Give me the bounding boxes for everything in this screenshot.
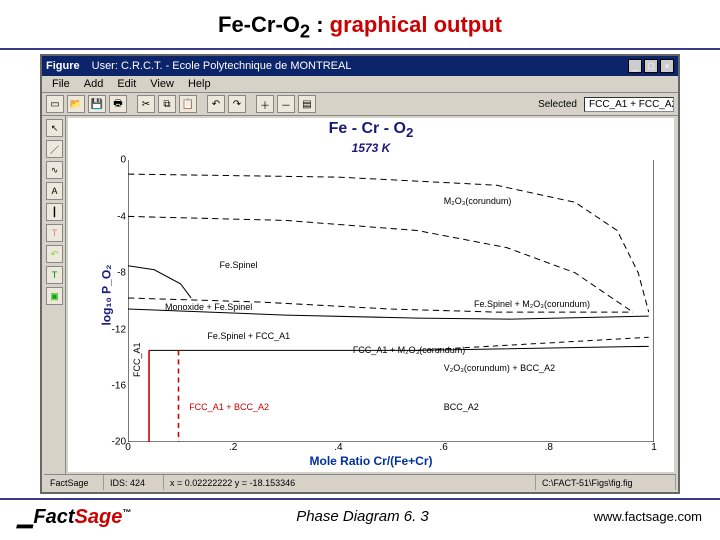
side-toolbar: ↖ ／ ∿ A ┃ T ↶ T ▣: [44, 116, 66, 474]
slide-footer: ▁FactSage™ Phase Diagram 6. 3 www.factsa…: [0, 498, 720, 540]
divider: [0, 48, 720, 50]
paste-icon[interactable]: 📋: [179, 95, 197, 113]
maximize-button[interactable]: □: [644, 59, 658, 73]
label-fespinel: Fe.Spinel: [220, 260, 258, 270]
label-bcc-a2: BCC_A2: [444, 402, 479, 412]
factsage-logo: ▁FactSage™: [18, 504, 131, 529]
label-corundum: M₂O₃(corundum): [444, 196, 512, 206]
status-ids: IDS: 424: [104, 475, 164, 490]
zoom-in-icon[interactable]: ＋: [256, 95, 274, 113]
cut-icon[interactable]: ✂: [137, 95, 155, 113]
label-fespinel-fcc: Fe.Spinel + FCC_A1: [207, 331, 290, 341]
y-ticks: 0 -4 -8 -12 -16 -20: [104, 160, 126, 442]
x-ticks: 0 .2 .4 .6 .8 1: [128, 442, 654, 454]
app-name: Figure: [46, 60, 80, 72]
menu-view[interactable]: View: [150, 78, 174, 90]
redo-icon[interactable]: ↷: [228, 95, 246, 113]
status-coords: x = 0.02222222 y = -18.153346: [164, 475, 536, 490]
footer-url: www.factsage.com: [594, 509, 702, 524]
pointer-tool-icon[interactable]: ↖: [46, 119, 63, 137]
label-monox-fespinel: Monoxide + Fe.Spinel: [165, 302, 252, 312]
menu-file[interactable]: File: [52, 78, 70, 90]
minimize-button[interactable]: _: [628, 59, 642, 73]
label-fcc-a1: FCC_A1: [132, 342, 142, 377]
copy-icon[interactable]: ⧉: [158, 95, 176, 113]
curve-tool-icon[interactable]: ∿: [46, 161, 63, 179]
label-fespinel-corundum: Fe.Spinel + M₂O₃(corundum): [474, 299, 590, 309]
menu-bar: File Add Edit View Help: [42, 76, 678, 93]
zoom-out-icon[interactable]: －: [277, 95, 295, 113]
undo-icon[interactable]: ↶: [207, 95, 225, 113]
text-tool-icon[interactable]: A: [46, 182, 63, 200]
plot-area: Fe - Cr - O2 1573 K log₁₀ P_O₂ Mole Rati…: [68, 118, 674, 472]
menu-edit[interactable]: Edit: [117, 78, 136, 90]
t2-tool-icon[interactable]: T: [46, 266, 63, 284]
menu-add[interactable]: Add: [84, 78, 104, 90]
slide-title: Fe-Cr-O2 : graphical output: [0, 0, 720, 48]
toolbar: ▭ 📂 💾 🖶 ✂ ⧉ 📋 ↶ ↷ ＋ － ▤ Selected FCC_A1 …: [42, 93, 678, 116]
status-path: C:\FACT-51\Figs\fig.fig: [536, 475, 676, 490]
label-fcc-corundum: FCC_A1 + M₂O₃(corundum): [353, 345, 465, 355]
new-icon[interactable]: ▭: [46, 95, 64, 113]
selected-box[interactable]: FCC_A1 + FCC_A2: [584, 97, 674, 112]
user-org: C.R.C.T. - Ecole Polytechnique de MONTRE…: [121, 60, 351, 72]
user-label: User:: [92, 60, 118, 72]
label-v2o3-bcc: V₂O₃(corundum) + BCC_A2: [444, 363, 555, 373]
open-icon[interactable]: 📂: [67, 95, 85, 113]
close-button[interactable]: ×: [660, 59, 674, 73]
label-fcc-bcc: FCC_A1 + BCC_A2: [189, 402, 269, 412]
x-axis-label: Mole Ratio Cr/(Fe+Cr): [309, 454, 432, 468]
plot-title: Fe - Cr - O2: [68, 118, 674, 140]
t-tool-icon[interactable]: T: [46, 224, 63, 242]
line-tool-icon[interactable]: ／: [46, 140, 63, 158]
format-icon[interactable]: ▤: [298, 95, 316, 113]
back-tool-icon[interactable]: ↶: [46, 245, 63, 263]
status-bar: FactSage IDS: 424 x = 0.02222222 y = -18…: [44, 474, 676, 490]
ok-tool-icon[interactable]: ▣: [46, 287, 63, 305]
selected-label: Selected: [538, 99, 577, 110]
ruler-tool-icon[interactable]: ┃: [46, 203, 63, 221]
plot-subtitle: 1573 K: [68, 141, 674, 155]
save-icon[interactable]: 💾: [88, 95, 106, 113]
status-app: FactSage: [44, 475, 104, 490]
figure-window: Figure User: C.R.C.T. - Ecole Polytechni…: [40, 54, 680, 494]
menu-help[interactable]: Help: [188, 78, 211, 90]
title-bar[interactable]: Figure User: C.R.C.T. - Ecole Polytechni…: [42, 56, 678, 76]
print-icon[interactable]: 🖶: [109, 95, 127, 113]
footer-middle: Phase Diagram 6. 3: [296, 508, 429, 525]
